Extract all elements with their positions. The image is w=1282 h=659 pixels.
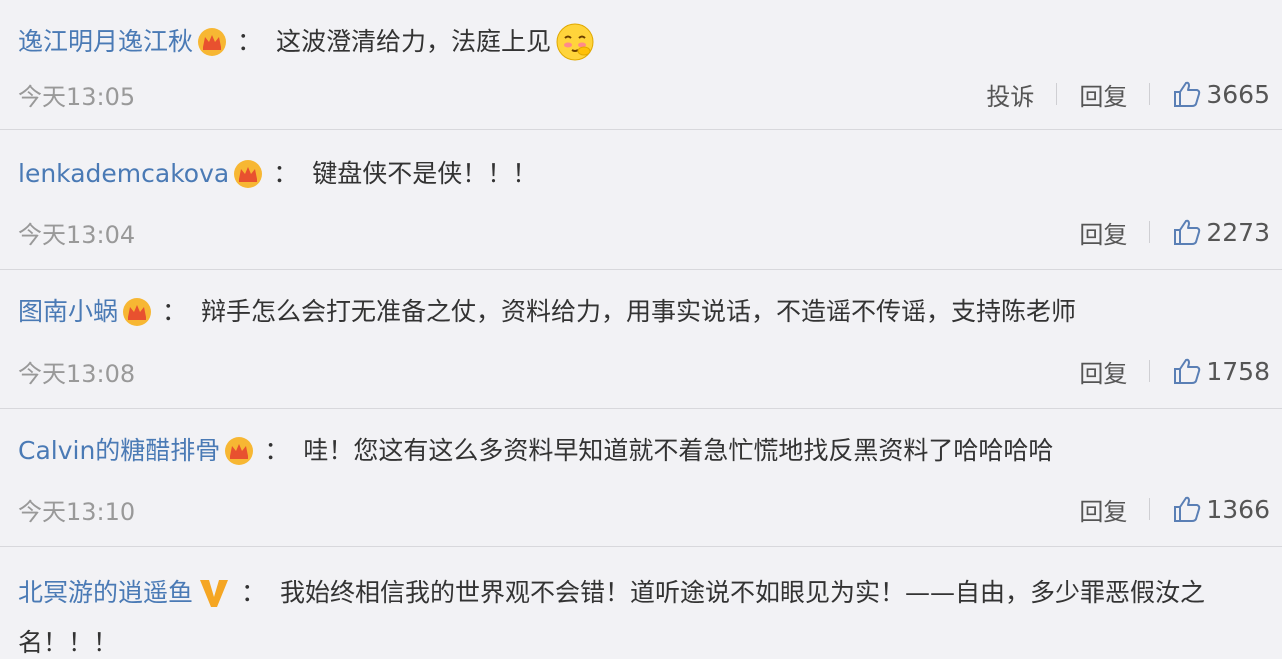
divider <box>1149 360 1151 382</box>
comment-header: Calvin的糖醋排骨 ： 哇！您这有这么多资料早知道就不着急忙慌地找反黑资料了… <box>18 435 1270 467</box>
comment-time: 今天13:04 <box>18 220 136 249</box>
divider <box>1056 83 1058 105</box>
comment-item: 逸江明月逸江秋 ： 这波澄清给力，法庭上见 今天13:05 投诉 回复 3665 <box>0 0 1282 130</box>
comment-header: 北冥游的逍遥鱼 ： 我始终相信我的世界观不会错！道听途说不如眼见为实！——自由，… <box>18 577 1270 609</box>
comment-actions: 回复 1366 <box>1079 492 1270 527</box>
comment-footer: 今天13:05 投诉 回复 3665 <box>18 76 1270 112</box>
thumbs-up-icon <box>1174 219 1201 245</box>
comment-item: 北冥游的逍遥鱼 ： 我始终相信我的世界观不会错！道听途说不如眼见为实！——自由，… <box>0 547 1282 657</box>
comment-header: 图南小蜗 ： 辩手怎么会打无准备之仗，资料给力，用事实说话，不造谣不传谣，支持陈… <box>18 296 1270 328</box>
comment-text: 我始终相信我的世界观不会错！道听途说不如眼见为实！——自由，多少罪恶假汝之 <box>280 578 1206 607</box>
comment-footer: 今天13:08 回复 1758 <box>18 353 1270 389</box>
comment-footer: 今天13:10 回复 1366 <box>18 491 1270 527</box>
report-button[interactable]: 投诉 <box>986 77 1034 112</box>
like-button[interactable]: 1366 <box>1172 494 1270 524</box>
comment-time: 今天13:08 <box>18 359 136 388</box>
like-count: 1758 <box>1206 356 1270 386</box>
comment-colon: ： <box>273 159 299 188</box>
comment-text-continued: 名！！！ <box>18 628 119 657</box>
thumbs-up-icon <box>1174 496 1201 522</box>
comment-header: lenkademcakova ： 键盘侠不是侠！！！ <box>18 158 1270 190</box>
comment-colon: ： <box>264 436 290 465</box>
comment-text: 键盘侠不是侠！！！ <box>312 159 538 188</box>
like-count: 3665 <box>1206 79 1270 109</box>
like-count: 1366 <box>1206 494 1270 524</box>
comment-actions: 投诉 回复 3665 <box>986 77 1270 112</box>
comment-item: 图南小蜗 ： 辩手怎么会打无准备之仗，资料给力，用事实说话，不造谣不传谣，支持陈… <box>0 270 1282 409</box>
comment-username[interactable]: 北冥游的逍遥鱼 <box>18 577 193 609</box>
divider <box>1149 221 1151 243</box>
comment-username[interactable]: lenkademcakova <box>18 158 229 190</box>
comment-colon: ： <box>162 297 188 326</box>
comment-item: lenkademcakova ： 键盘侠不是侠！！！ 今天13:04 回复 22… <box>0 130 1282 270</box>
like-button[interactable]: 2273 <box>1172 217 1270 247</box>
comment-username[interactable]: 逸江明月逸江秋 <box>18 26 193 58</box>
divider <box>1149 498 1151 520</box>
thumbs-up-icon <box>1174 81 1201 107</box>
comment-actions: 回复 1758 <box>1079 354 1270 389</box>
comment-time: 今天13:10 <box>18 497 136 526</box>
comment-colon: ： <box>241 578 267 607</box>
crown-icon <box>225 437 254 465</box>
like-count: 2273 <box>1206 217 1270 247</box>
comment-colon: ： <box>237 27 263 56</box>
comment-username[interactable]: 图南小蜗 <box>18 296 118 328</box>
reply-button[interactable]: 回复 <box>1079 492 1127 527</box>
comment-time: 今天13:05 <box>18 82 136 111</box>
thumbs-up-icon <box>1174 358 1201 384</box>
comment-username[interactable]: Calvin的糖醋排骨 <box>18 435 220 467</box>
crown-icon <box>234 160 263 188</box>
like-button[interactable]: 1758 <box>1172 356 1270 386</box>
divider <box>1149 83 1151 105</box>
crown-icon <box>198 28 227 56</box>
comment-text: 辩手怎么会打无准备之仗，资料给力，用事实说话，不造谣不传谣，支持陈老师 <box>201 297 1077 326</box>
comment-footer: 今天13:04 回复 2273 <box>18 214 1270 250</box>
reply-button[interactable]: 回复 <box>1079 215 1127 250</box>
reply-button[interactable]: 回复 <box>1079 354 1127 389</box>
verified-v-icon <box>200 580 229 607</box>
crown-icon <box>123 298 152 326</box>
comment-text: 哇！您这有这么多资料早知道就不着急忙慌地找反黑资料了哈哈哈哈 <box>303 436 1054 465</box>
like-button[interactable]: 3665 <box>1172 79 1270 109</box>
comment-header: 逸江明月逸江秋 ： 这波澄清给力，法庭上见 <box>18 22 1270 62</box>
comment-actions: 回复 2273 <box>1079 215 1270 250</box>
comment-text: 这波澄清给力，法庭上见 <box>276 27 552 56</box>
comment-item: Calvin的糖醋排骨 ： 哇！您这有这么多资料早知道就不着急忙慌地找反黑资料了… <box>0 409 1282 547</box>
reply-button[interactable]: 回复 <box>1079 77 1127 112</box>
blushing-emoji-icon <box>556 23 594 61</box>
